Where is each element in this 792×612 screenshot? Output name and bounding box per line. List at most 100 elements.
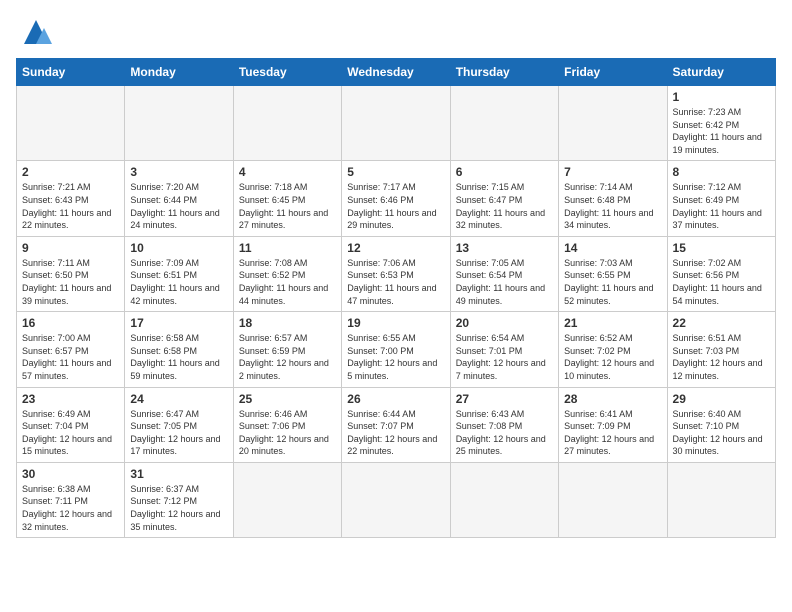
calendar-cell: 7 Sunrise: 7:14 AM Sunset: 6:48 PM Daylig… — [559, 161, 667, 236]
calendar-cell: 6 Sunrise: 7:15 AM Sunset: 6:47 PM Daylig… — [450, 161, 558, 236]
calendar-cell — [450, 86, 558, 161]
day-number: 24 — [130, 392, 227, 406]
day-number: 11 — [239, 241, 336, 255]
calendar-week-0: 1 Sunrise: 7:23 AM Sunset: 6:42 PM Daylig… — [17, 86, 776, 161]
day-number: 8 — [673, 165, 770, 179]
calendar-cell: 26 Sunrise: 6:44 AM Sunset: 7:07 PM Dayli… — [342, 387, 450, 462]
day-info: Sunrise: 6:57 AM Sunset: 6:59 PM Dayligh… — [239, 332, 336, 382]
day-number: 1 — [673, 90, 770, 104]
day-info: Sunrise: 6:51 AM Sunset: 7:03 PM Dayligh… — [673, 332, 770, 382]
day-number: 19 — [347, 316, 444, 330]
calendar: SundayMondayTuesdayWednesdayThursdayFrid… — [16, 58, 776, 538]
day-info: Sunrise: 6:40 AM Sunset: 7:10 PM Dayligh… — [673, 408, 770, 458]
day-number: 28 — [564, 392, 661, 406]
calendar-cell: 14 Sunrise: 7:03 AM Sunset: 6:55 PM Dayli… — [559, 236, 667, 311]
day-number: 3 — [130, 165, 227, 179]
day-number: 29 — [673, 392, 770, 406]
day-number: 26 — [347, 392, 444, 406]
calendar-cell: 18 Sunrise: 6:57 AM Sunset: 6:59 PM Dayli… — [233, 312, 341, 387]
day-header-monday: Monday — [125, 59, 233, 86]
day-info: Sunrise: 7:06 AM Sunset: 6:53 PM Dayligh… — [347, 257, 444, 307]
day-info: Sunrise: 7:17 AM Sunset: 6:46 PM Dayligh… — [347, 181, 444, 231]
calendar-cell — [450, 462, 558, 537]
calendar-cell: 20Sunrise: 6:54 AM Sunset: 7:01 PM Dayli… — [450, 312, 558, 387]
calendar-cell — [559, 86, 667, 161]
calendar-cell — [125, 86, 233, 161]
calendar-cell — [342, 462, 450, 537]
day-info: Sunrise: 7:18 AM Sunset: 6:45 PM Dayligh… — [239, 181, 336, 231]
day-number: 18 — [239, 316, 336, 330]
day-number: 12 — [347, 241, 444, 255]
day-info: Sunrise: 7:23 AM Sunset: 6:42 PM Dayligh… — [673, 106, 770, 156]
day-number: 21 — [564, 316, 661, 330]
day-number: 9 — [22, 241, 119, 255]
day-number: 16 — [22, 316, 119, 330]
day-info: Sunrise: 7:08 AM Sunset: 6:52 PM Dayligh… — [239, 257, 336, 307]
calendar-cell: 28 Sunrise: 6:41 AM Sunset: 7:09 PM Dayli… — [559, 387, 667, 462]
day-info: Sunrise: 6:41 AM Sunset: 7:09 PM Dayligh… — [564, 408, 661, 458]
calendar-cell — [342, 86, 450, 161]
calendar-cell: 31Sunrise: 6:37 AM Sunset: 7:12 PM Dayli… — [125, 462, 233, 537]
day-number: 20 — [456, 316, 553, 330]
day-number: 6 — [456, 165, 553, 179]
page: SundayMondayTuesdayWednesdayThursdayFrid… — [0, 0, 792, 612]
day-number: 10 — [130, 241, 227, 255]
day-info: Sunrise: 7:05 AM Sunset: 6:54 PM Dayligh… — [456, 257, 553, 307]
calendar-cell: 8Sunrise: 7:12 AM Sunset: 6:49 PM Daylig… — [667, 161, 775, 236]
calendar-header-row: SundayMondayTuesdayWednesdayThursdayFrid… — [17, 59, 776, 86]
calendar-cell — [17, 86, 125, 161]
day-number: 14 — [564, 241, 661, 255]
calendar-cell: 12 Sunrise: 7:06 AM Sunset: 6:53 PM Dayli… — [342, 236, 450, 311]
calendar-cell: 21 Sunrise: 6:52 AM Sunset: 7:02 PM Dayli… — [559, 312, 667, 387]
calendar-cell: 16 Sunrise: 7:00 AM Sunset: 6:57 PM Dayli… — [17, 312, 125, 387]
day-info: Sunrise: 7:00 AM Sunset: 6:57 PM Dayligh… — [22, 332, 119, 382]
day-info: Sunrise: 6:52 AM Sunset: 7:02 PM Dayligh… — [564, 332, 661, 382]
calendar-cell: 10 Sunrise: 7:09 AM Sunset: 6:51 PM Dayli… — [125, 236, 233, 311]
day-info: Sunrise: 6:55 AM Sunset: 7:00 PM Dayligh… — [347, 332, 444, 382]
day-header-tuesday: Tuesday — [233, 59, 341, 86]
day-number: 15 — [673, 241, 770, 255]
day-info: Sunrise: 7:03 AM Sunset: 6:55 PM Dayligh… — [564, 257, 661, 307]
day-info: Sunrise: 7:21 AM Sunset: 6:43 PM Dayligh… — [22, 181, 119, 231]
logo — [16, 16, 62, 48]
day-header-wednesday: Wednesday — [342, 59, 450, 86]
calendar-cell — [233, 462, 341, 537]
calendar-cell: 4 Sunrise: 7:18 AM Sunset: 6:45 PM Daylig… — [233, 161, 341, 236]
calendar-cell: 3 Sunrise: 7:20 AM Sunset: 6:44 PM Daylig… — [125, 161, 233, 236]
calendar-cell: 9Sunrise: 7:11 AM Sunset: 6:50 PM Daylig… — [17, 236, 125, 311]
day-info: Sunrise: 6:44 AM Sunset: 7:07 PM Dayligh… — [347, 408, 444, 458]
calendar-cell: 23Sunrise: 6:49 AM Sunset: 7:04 PM Dayli… — [17, 387, 125, 462]
day-number: 4 — [239, 165, 336, 179]
logo-icon — [16, 16, 56, 48]
day-number: 22 — [673, 316, 770, 330]
calendar-week-3: 16 Sunrise: 7:00 AM Sunset: 6:57 PM Dayli… — [17, 312, 776, 387]
day-header-thursday: Thursday — [450, 59, 558, 86]
calendar-cell: 27Sunrise: 6:43 AM Sunset: 7:08 PM Dayli… — [450, 387, 558, 462]
calendar-cell — [233, 86, 341, 161]
day-info: Sunrise: 6:37 AM Sunset: 7:12 PM Dayligh… — [130, 483, 227, 533]
calendar-cell: 24 Sunrise: 6:47 AM Sunset: 7:05 PM Dayli… — [125, 387, 233, 462]
day-number: 5 — [347, 165, 444, 179]
calendar-cell: 2Sunrise: 7:21 AM Sunset: 6:43 PM Daylig… — [17, 161, 125, 236]
day-number: 17 — [130, 316, 227, 330]
calendar-week-5: 30Sunrise: 6:38 AM Sunset: 7:11 PM Dayli… — [17, 462, 776, 537]
day-number: 7 — [564, 165, 661, 179]
calendar-cell: 5 Sunrise: 7:17 AM Sunset: 6:46 PM Daylig… — [342, 161, 450, 236]
day-number: 13 — [456, 241, 553, 255]
day-number: 23 — [22, 392, 119, 406]
calendar-cell: 13 Sunrise: 7:05 AM Sunset: 6:54 PM Dayli… — [450, 236, 558, 311]
calendar-week-2: 9Sunrise: 7:11 AM Sunset: 6:50 PM Daylig… — [17, 236, 776, 311]
day-info: Sunrise: 6:47 AM Sunset: 7:05 PM Dayligh… — [130, 408, 227, 458]
day-info: Sunrise: 7:09 AM Sunset: 6:51 PM Dayligh… — [130, 257, 227, 307]
day-info: Sunrise: 7:20 AM Sunset: 6:44 PM Dayligh… — [130, 181, 227, 231]
day-info: Sunrise: 7:14 AM Sunset: 6:48 PM Dayligh… — [564, 181, 661, 231]
calendar-cell: 17 Sunrise: 6:58 AM Sunset: 6:58 PM Dayli… — [125, 312, 233, 387]
calendar-cell: 30Sunrise: 6:38 AM Sunset: 7:11 PM Dayli… — [17, 462, 125, 537]
day-header-saturday: Saturday — [667, 59, 775, 86]
day-info: Sunrise: 7:15 AM Sunset: 6:47 PM Dayligh… — [456, 181, 553, 231]
calendar-cell: 19 Sunrise: 6:55 AM Sunset: 7:00 PM Dayli… — [342, 312, 450, 387]
header — [16, 16, 776, 48]
day-number: 30 — [22, 467, 119, 481]
day-header-friday: Friday — [559, 59, 667, 86]
day-info: Sunrise: 6:58 AM Sunset: 6:58 PM Dayligh… — [130, 332, 227, 382]
